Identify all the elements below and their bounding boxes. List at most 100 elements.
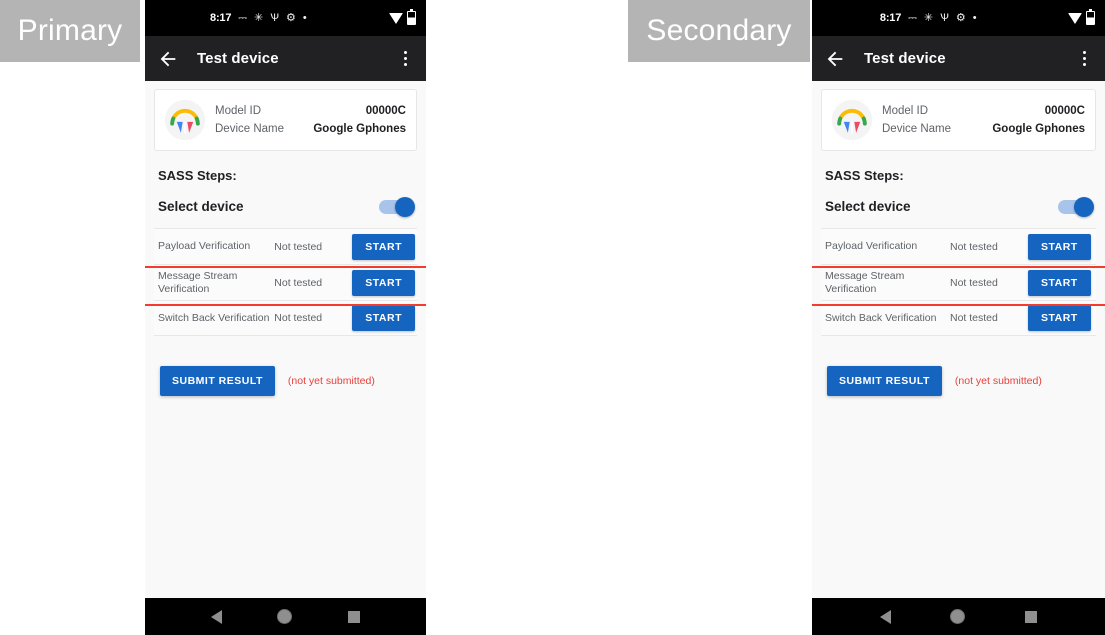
table-row: Message Stream Verification Not tested S… [154, 264, 417, 300]
start-button[interactable]: START [352, 269, 415, 296]
nav-recents-icon[interactable] [348, 610, 361, 623]
submit-row: SUBMIT RESULT (not yet submitted) [827, 366, 1096, 396]
table-row: Payload Verification Not tested START [154, 228, 417, 264]
select-device-row: Select device [158, 196, 415, 217]
content-area: Model ID 00000C Device Name Google Gphon… [145, 81, 426, 598]
nav-back-icon[interactable] [210, 609, 222, 624]
step-name: Switch Back Verification [825, 311, 937, 324]
device-model-id-label: Model ID [215, 105, 262, 117]
step-status: Not tested [950, 276, 998, 289]
step-name: Payload Verification [825, 240, 918, 252]
brightness-icon: ✳ [923, 11, 934, 24]
app-bar: Test device [812, 36, 1105, 81]
start-button[interactable]: START [1028, 269, 1091, 296]
submit-status-note: (not yet submitted) [954, 375, 1042, 387]
step-status: Not tested [274, 240, 323, 253]
submit-result-button[interactable]: SUBMIT RESULT [160, 366, 275, 396]
select-device-label: Select device [158, 199, 244, 214]
steps-list: Payload Verification Not tested START Me… [821, 228, 1096, 336]
device-info-card: Model ID 00000C Device Name Google Gphon… [154, 89, 417, 151]
android-nav-bar [812, 598, 1105, 635]
content-area: Model ID 00000C Device Name Google Gphon… [812, 81, 1105, 598]
status-bar-left-group: 8:17 ⎓ ✳ Ѱ ⚙ • [880, 12, 977, 24]
battery-icon [1086, 9, 1095, 25]
status-bar-left-group: 8:17 ⎓ ✳ Ѱ ⚙ • [210, 12, 307, 24]
table-row: Payload Verification Not tested START [821, 228, 1096, 264]
device-info-rows: Model ID 00000C Device Name Google Gphon… [215, 102, 406, 138]
bluetooth-search-icon: Ѱ [940, 11, 949, 24]
pixel-buds-icon [830, 98, 874, 142]
select-device-label: Select device [825, 199, 911, 214]
device-info-row: Device Name Google Gphones [215, 120, 406, 138]
secondary-panel-label: Secondary [628, 0, 810, 62]
table-row: Switch Back Verification Not tested STAR… [154, 300, 417, 336]
start-button[interactable]: START [1028, 305, 1091, 331]
kebab-menu-icon[interactable] [1075, 48, 1093, 70]
pixel-buds-icon [163, 98, 207, 142]
toggle-thumb [1074, 196, 1094, 217]
brightness-icon: ✳ [254, 11, 264, 24]
table-row: Message Stream Verification Not tested S… [821, 264, 1096, 300]
status-bar: 8:17 ⎓ ✳ Ѱ ⚙ • [812, 0, 1105, 36]
wifi-icon [1068, 12, 1082, 24]
app-bar: Test device [145, 36, 426, 81]
start-button[interactable]: START [352, 233, 415, 260]
device-model-id-value: 00000C [1044, 105, 1085, 117]
select-device-toggle[interactable] [1058, 196, 1094, 217]
select-device-toggle[interactable] [379, 196, 415, 217]
steps-list: Payload Verification Not tested START Me… [154, 228, 417, 336]
wifi-icon [389, 12, 403, 24]
dot-icon: • [972, 11, 977, 24]
step-name: Message Stream Verification [158, 269, 238, 295]
device-info-row: Model ID 00000C [882, 102, 1085, 120]
device-name-label: Device Name [215, 123, 285, 135]
status-bar-right-group [1068, 9, 1095, 25]
bluetooth-search-icon: Ѱ [270, 11, 280, 24]
toggle-thumb [395, 196, 415, 217]
device-info-row: Device Name Google Gphones [882, 120, 1085, 138]
nav-home-icon[interactable] [950, 609, 966, 624]
status-bar-right-group [389, 9, 416, 25]
back-arrow-icon[interactable] [157, 48, 179, 70]
device-name-value: Google Gphones [992, 123, 1085, 135]
step-status: Not tested [274, 312, 323, 324]
step-status: Not tested [950, 240, 998, 253]
nav-back-icon[interactable] [879, 609, 891, 624]
step-status: Not tested [274, 276, 323, 289]
submit-result-button[interactable]: SUBMIT RESULT [827, 366, 942, 396]
step-name: Switch Back Verification [158, 311, 270, 324]
nav-recents-icon[interactable] [1025, 610, 1038, 623]
device-model-id-label: Model ID [882, 105, 929, 117]
device-info-card: Model ID 00000C Device Name Google Gphon… [821, 89, 1096, 151]
nav-home-icon[interactable] [277, 609, 293, 624]
dot-icon: • [302, 11, 307, 24]
start-button[interactable]: START [1028, 233, 1091, 260]
device-model-id-value: 00000C [365, 105, 406, 117]
sass-steps-title: SASS Steps: [825, 168, 904, 183]
status-bar: 8:17 ⎓ ✳ Ѱ ⚙ • [145, 0, 426, 36]
device-info-row: Model ID 00000C [215, 102, 406, 120]
status-bar-clock: 8:17 [210, 12, 232, 24]
device-name-label: Device Name [882, 123, 952, 135]
primary-panel-label: Primary [0, 0, 140, 62]
sim-card-icon: ⎓ [238, 11, 248, 24]
android-nav-bar [145, 598, 426, 635]
start-button[interactable]: START [352, 305, 415, 331]
select-device-row: Select device [825, 196, 1094, 217]
secondary-phone-screenshot: 8:17 ⎓ ✳ Ѱ ⚙ • Test device Model ID 0000… [812, 0, 1105, 635]
kebab-menu-icon[interactable] [396, 48, 414, 70]
step-status: Not tested [950, 312, 998, 324]
step-name: Message Stream Verification [825, 269, 905, 295]
table-row: Switch Back Verification Not tested STAR… [821, 300, 1096, 336]
app-bar-title: Test device [864, 50, 946, 67]
battery-icon [407, 9, 416, 25]
primary-phone-screenshot: 8:17 ⎓ ✳ Ѱ ⚙ • Test device Model ID 0000… [145, 0, 426, 635]
device-info-rows: Model ID 00000C Device Name Google Gphon… [882, 102, 1085, 138]
sim-card-icon: ⎓ [908, 11, 917, 24]
sass-steps-title: SASS Steps: [158, 168, 237, 183]
status-bar-clock: 8:17 [879, 12, 902, 24]
step-name: Payload Verification [158, 240, 251, 252]
submit-status-note: (not yet submitted) [287, 375, 375, 387]
back-arrow-icon[interactable] [824, 48, 846, 70]
device-name-value: Google Gphones [313, 123, 406, 135]
